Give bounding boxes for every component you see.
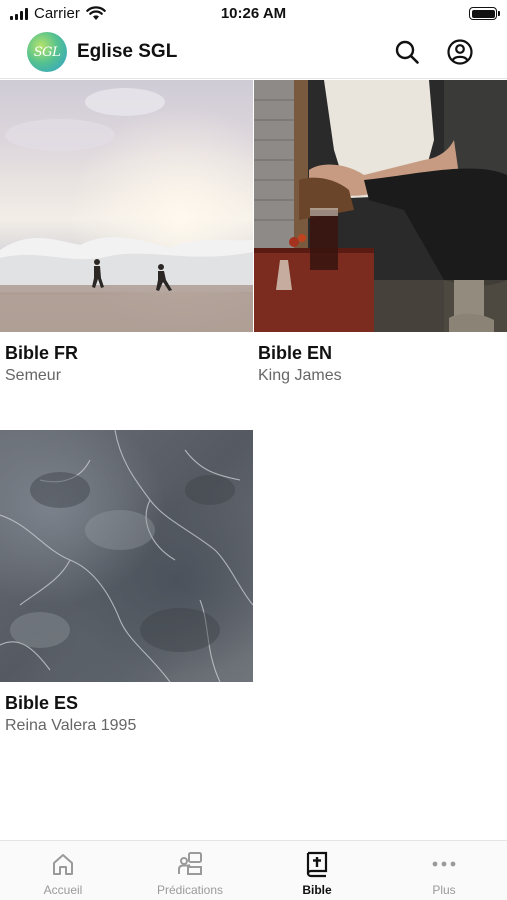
bible-en-image xyxy=(254,80,507,332)
bible-book-icon xyxy=(303,850,331,878)
bible-card-en[interactable]: Bible EN King James xyxy=(254,80,507,430)
church-logo: SGL xyxy=(27,32,67,72)
bible-title: Bible ES xyxy=(5,693,79,713)
more-dots-icon xyxy=(430,850,458,878)
bible-card-fr[interactable]: Bible FR Semeur xyxy=(0,80,253,430)
tab-label: Bible xyxy=(302,883,332,897)
account-circle-icon xyxy=(447,39,473,65)
screen: Carrier 10:26 AM SGL Eglise SGL Bible FR… xyxy=(0,0,507,900)
battery-icon xyxy=(469,7,500,20)
bible-card-es[interactable]: Bible ES Reina Valera 1995 xyxy=(0,430,253,750)
tab-bible[interactable]: Bible xyxy=(254,841,380,900)
search-icon xyxy=(395,40,419,64)
tab-bar: Accueil Prédications Bible Plus xyxy=(0,840,507,900)
tab-accueil[interactable]: Accueil xyxy=(0,841,126,900)
bible-subtitle: King James xyxy=(258,367,342,384)
search-button[interactable] xyxy=(393,38,421,66)
grey-marble-texture-photo xyxy=(0,430,253,682)
app-header: SGL Eglise SGL xyxy=(0,28,507,79)
person-seated-with-drink-photo xyxy=(254,80,507,332)
bible-title: Bible EN xyxy=(258,343,333,363)
tab-plus[interactable]: Plus xyxy=(381,841,507,900)
app-title: Eglise SGL xyxy=(77,41,178,62)
bible-title: Bible FR xyxy=(5,343,79,363)
home-icon xyxy=(49,850,77,878)
bible-es-image xyxy=(0,430,253,682)
status-time: 10:26 AM xyxy=(220,5,287,22)
tab-label: Accueil xyxy=(43,883,83,897)
bible-fr-image xyxy=(0,80,253,332)
bible-subtitle: Reina Valera 1995 xyxy=(5,717,137,734)
bible-subtitle: Semeur xyxy=(5,367,62,384)
speaker-podium-icon xyxy=(176,850,204,878)
tab-predications[interactable]: Prédications xyxy=(127,841,253,900)
account-button[interactable] xyxy=(446,38,474,66)
beach-surfers-photo xyxy=(0,80,253,332)
tab-label: Prédications xyxy=(156,883,224,897)
tab-label: Plus xyxy=(432,883,456,897)
status-bar: Carrier 10:26 AM xyxy=(0,0,507,28)
